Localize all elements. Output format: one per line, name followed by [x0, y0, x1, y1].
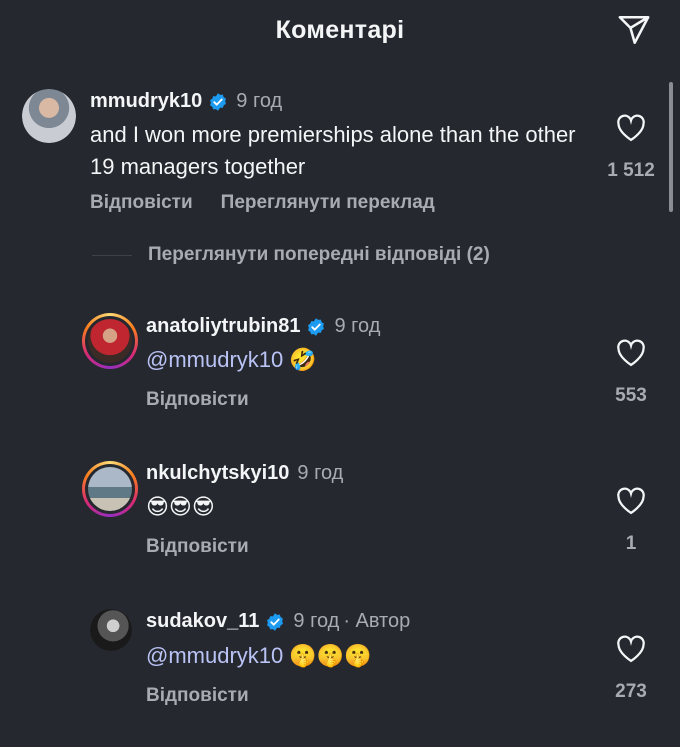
timestamp: 9 год [297, 462, 344, 484]
verified-badge-icon [308, 317, 325, 336]
author-tag: · Автор [343, 610, 411, 632]
avatar[interactable] [22, 89, 76, 143]
comment-text: @mmudryk10 🤣 [146, 344, 317, 376]
comment-actions: Відповісти [146, 685, 249, 707]
page-title: Коментарі [275, 15, 405, 44]
heart-icon[interactable] [616, 635, 646, 663]
scrollbar[interactable] [669, 82, 673, 212]
comment-text: 😎😎😎 [146, 491, 215, 523]
reply-button[interactable]: Відповісти [146, 389, 249, 411]
username[interactable]: nkulchytskyi10 [146, 462, 289, 485]
divider [92, 254, 132, 256]
view-previous-replies-label: Переглянути попередні відповіді (2) [148, 244, 490, 265]
comments-header: Коментарі [0, 0, 680, 60]
mention-link[interactable]: @mmudryk10 [146, 347, 283, 372]
verified-badge-icon [210, 92, 227, 111]
comment-meta: sudakov_11 9 год · Автор [146, 610, 410, 633]
avatar[interactable] [90, 609, 132, 651]
paper-plane-icon[interactable] [616, 12, 652, 48]
timestamp: 9 год [334, 315, 381, 337]
see-translation-button[interactable]: Переглянути переклад [221, 192, 435, 214]
comment-text: and I won more premierships alone than t… [90, 122, 576, 179]
comment-actions: Відповісти Переглянути переклад [90, 192, 435, 214]
comment-actions: Відповісти [146, 389, 249, 411]
like-count: 1 [625, 533, 637, 554]
view-previous-replies-button[interactable]: Переглянути попередні відповіді (2) [92, 244, 490, 266]
like-count: 553 [615, 385, 647, 406]
comment-meta: anatoliytrubin81 9 год [146, 315, 380, 338]
reply-button[interactable]: Відповісти [146, 536, 249, 558]
timestamp: 9 год [293, 610, 340, 632]
like-column: 1 [601, 487, 661, 555]
comment-meta: nkulchytskyi10 9 год [146, 462, 343, 485]
avatar[interactable] [82, 313, 138, 369]
username[interactable]: sudakov_11 [146, 610, 259, 633]
heart-icon[interactable] [616, 114, 646, 142]
like-column: 1 512 [601, 114, 661, 182]
comment-actions: Відповісти [146, 536, 249, 558]
like-column: 273 [601, 635, 661, 703]
reply-button[interactable]: Відповісти [146, 685, 249, 707]
mention-link[interactable]: @mmudryk10 [146, 643, 283, 668]
emoji: 😎😎😎 [146, 494, 215, 519]
emoji: 🤣 [289, 347, 317, 372]
like-column: 553 [601, 339, 661, 407]
username[interactable]: anatoliytrubin81 [146, 315, 300, 338]
username[interactable]: mmudryk10 [90, 90, 202, 113]
avatar[interactable] [82, 461, 138, 517]
comment-meta: mmudryk10 9 год [90, 90, 282, 113]
verified-badge-icon [267, 612, 284, 631]
reply-button[interactable]: Відповісти [90, 192, 193, 214]
like-count: 1 512 [607, 160, 655, 181]
emoji: 🤫🤫🤫 [289, 643, 372, 668]
timestamp: 9 год [236, 90, 283, 112]
heart-icon[interactable] [616, 487, 646, 515]
comment-text: @mmudryk10 🤫🤫🤫 [146, 640, 371, 672]
heart-icon[interactable] [616, 339, 646, 367]
like-count: 273 [615, 681, 647, 702]
